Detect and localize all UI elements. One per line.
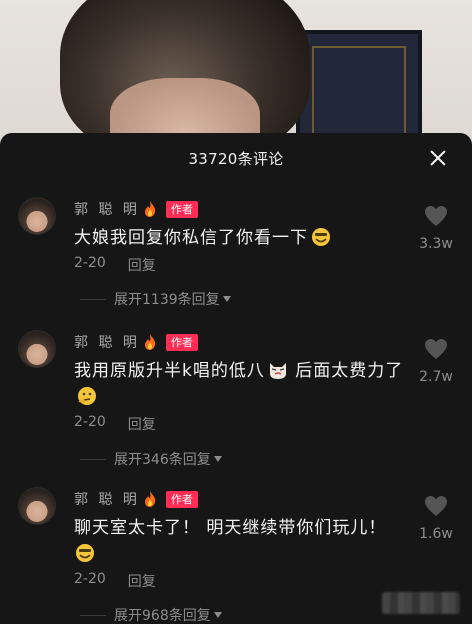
expand-divider (80, 614, 106, 616)
chevron-down-icon (213, 456, 222, 462)
author-badge: 作者 (165, 200, 198, 218)
comment-author-row: 郭 聪 明 作者 (74, 489, 198, 509)
chevron-down-icon (213, 612, 222, 618)
comment-meta: 2-20 回复 (74, 255, 156, 275)
close-icon[interactable] (426, 146, 450, 170)
expand-replies-button[interactable]: 展开1139条回复 (80, 289, 232, 309)
author-name[interactable]: 郭 聪 明 (74, 489, 140, 509)
like-count: 2.7w (419, 369, 453, 385)
expand-replies-label: 展开1139条回复 (114, 292, 220, 308)
fire-icon (144, 201, 156, 217)
thinking-face-icon (78, 387, 96, 405)
expand-replies-button[interactable]: 展开968条回复 (80, 605, 223, 624)
comment-text: 聊天室太卡了！ 明天继续带你们玩儿！ (74, 515, 410, 567)
expand-replies-label: 展开968条回复 (114, 608, 211, 624)
fire-icon (144, 491, 156, 507)
chevron-down-icon (222, 296, 231, 302)
comments-panel: 33720条评论 郭 聪 明 作者 大娘我回复你私信了你看一下 2-20 回复 (0, 133, 472, 624)
comment-author-row: 郭 聪 明 作者 (74, 199, 198, 219)
comment-body: 我用原版升半k唱的低八 (74, 361, 265, 381)
author-name[interactable]: 郭 聪 明 (74, 332, 140, 352)
comments-count-title: 33720条评论 (188, 149, 284, 168)
heart-icon[interactable] (424, 495, 448, 517)
comment-text: 大娘我回复你私信了你看一下 (74, 225, 404, 251)
heart-icon[interactable] (424, 205, 448, 227)
grinning-face-icon (312, 228, 330, 246)
avatar[interactable] (18, 487, 56, 525)
reply-button[interactable]: 回复 (128, 571, 156, 591)
blurred-watermark (382, 592, 460, 614)
expand-replies-label: 展开346条回复 (114, 452, 211, 468)
like-group: 1.6w (414, 495, 458, 542)
comment-date: 2-20 (74, 571, 106, 587)
comment-text: 我用原版升半k唱的低八 后面太费力了 (74, 358, 406, 410)
background-door (296, 30, 422, 150)
comments-header: 33720条评论 (0, 133, 472, 183)
avatar[interactable] (18, 197, 56, 235)
expand-divider (80, 298, 106, 300)
comment-meta: 2-20 回复 (74, 414, 156, 434)
comment-date: 2-20 (74, 255, 106, 271)
video-background (0, 0, 472, 150)
like-count: 1.6w (419, 526, 453, 542)
comment-meta: 2-20 回复 (74, 571, 156, 591)
comment-body: 聊天室太卡了！ 明天继续带你们玩儿！ (74, 518, 387, 538)
grinning-face-icon (76, 544, 94, 562)
comment-date: 2-20 (74, 414, 106, 430)
avatar[interactable] (18, 330, 56, 368)
expand-divider (80, 458, 106, 460)
reply-button[interactable]: 回复 (128, 255, 156, 275)
like-group: 2.7w (414, 338, 458, 385)
author-badge: 作者 (165, 490, 198, 508)
comment-body: 大娘我回复你私信了你看一下 (74, 228, 308, 248)
like-count: 3.3w (419, 236, 453, 252)
cat-face-icon (269, 363, 286, 379)
comment-body-continued: 后面太费力了 (288, 361, 404, 381)
fire-icon (144, 334, 156, 350)
author-name[interactable]: 郭 聪 明 (74, 199, 140, 219)
author-badge: 作者 (165, 333, 198, 351)
heart-icon[interactable] (424, 338, 448, 360)
comment-author-row: 郭 聪 明 作者 (74, 332, 198, 352)
reply-button[interactable]: 回复 (128, 414, 156, 434)
like-group: 3.3w (414, 205, 458, 252)
expand-replies-button[interactable]: 展开346条回复 (80, 449, 223, 469)
